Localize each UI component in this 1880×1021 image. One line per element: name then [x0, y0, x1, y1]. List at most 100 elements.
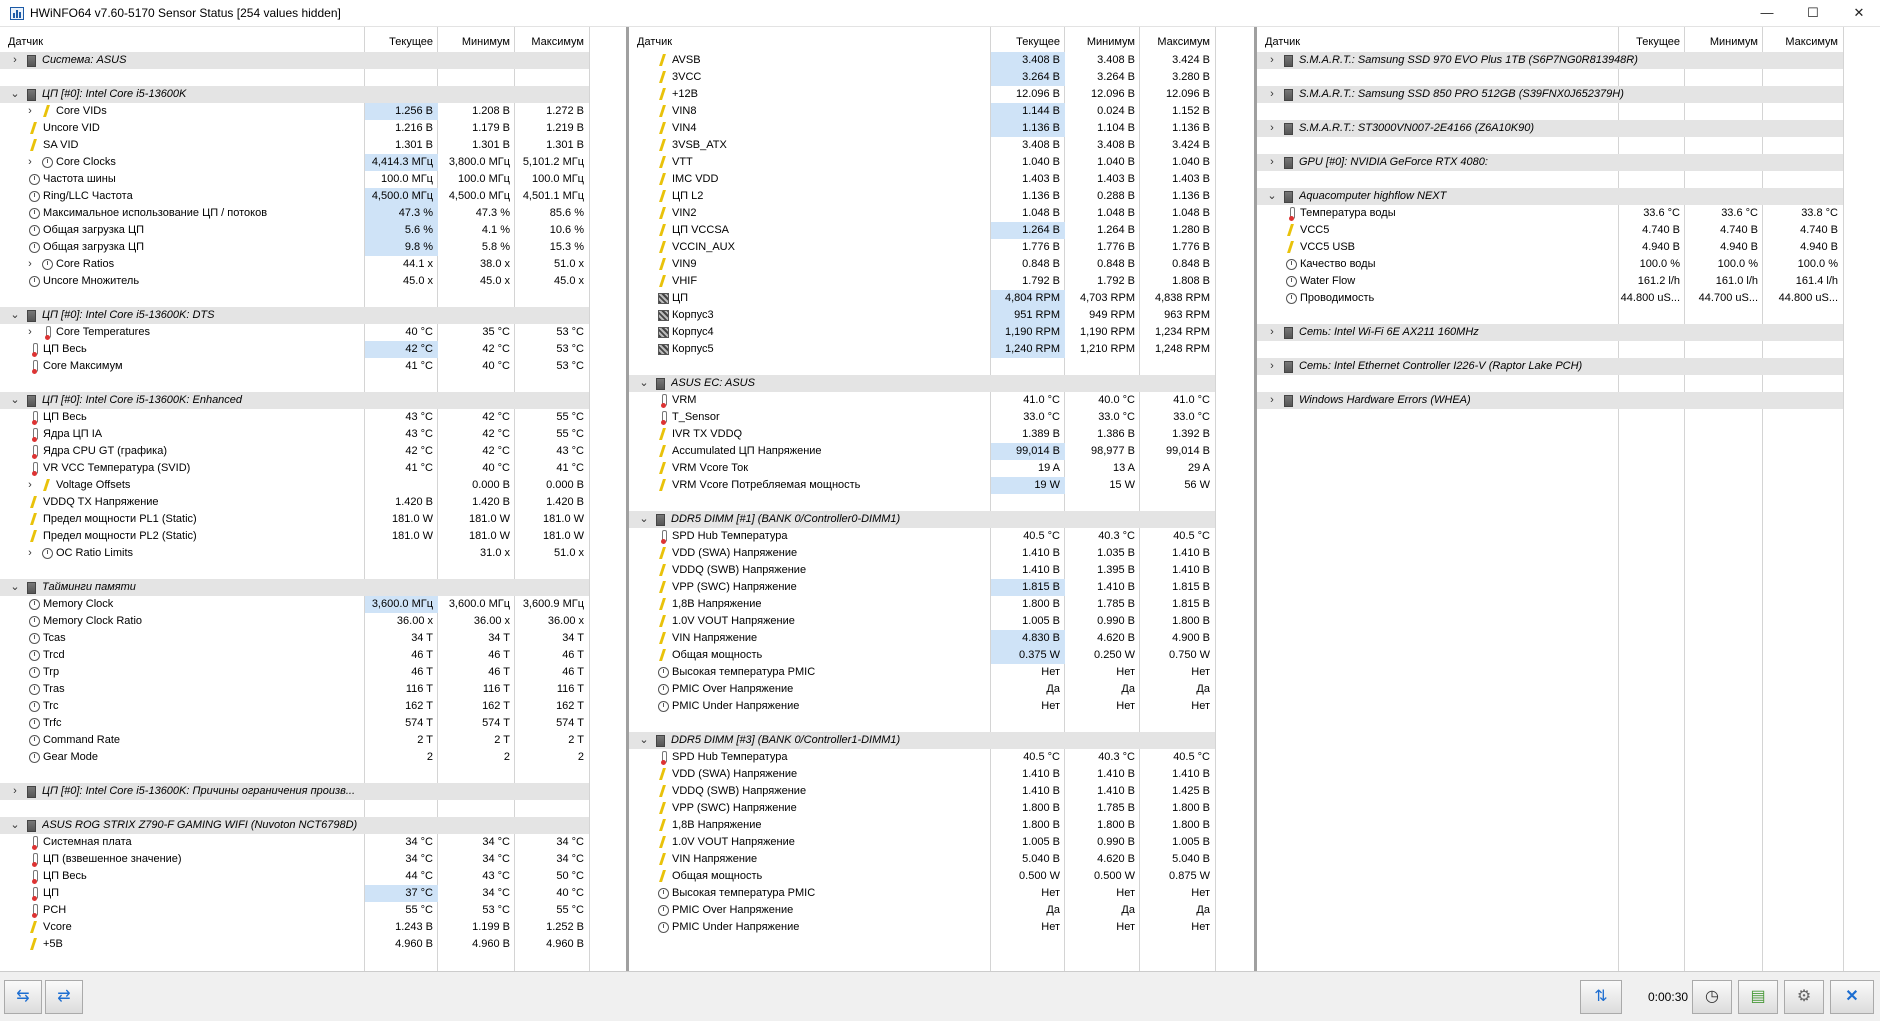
sensor-group[interactable]: › GPU [#0]: NVIDIA GeForce RTX 4080:: [1257, 154, 1843, 171]
next-panel-button[interactable]: ⇄: [45, 980, 83, 1014]
column-header-current[interactable]: Текущее: [991, 34, 1065, 51]
sensor-row[interactable]: +5В 4.960 В 4.960 В 4.960 В: [0, 936, 589, 953]
sensor-group[interactable]: ⌄ ASUS EC: ASUS: [629, 375, 1215, 392]
chevron-down-icon[interactable]: ⌄: [10, 579, 20, 596]
sensor-row[interactable]: VR VCC Температура (SVID) 41 °C 40 °C 41 °C: [0, 460, 589, 477]
sensor-row[interactable]: ЦП (взвешенное значение) 34 °C 34 °C 34 °C: [0, 851, 589, 868]
sensor-row[interactable]: Корпус3 951 RPM 949 RPM 963 RPM: [629, 307, 1215, 324]
sensor-row[interactable]: PMIC Over Напряжение Да Да Да: [629, 681, 1215, 698]
column-header-max[interactable]: Максимум: [515, 34, 589, 51]
sensor-row[interactable]: Core Максимум 41 °C 40 °C 53 °C: [0, 358, 589, 375]
chevron-right-icon[interactable]: ›: [1267, 358, 1277, 375]
sensor-row[interactable]: 3VSB_ATX 3.408 В 3.408 В 3.424 В: [629, 137, 1215, 154]
chevron-right-icon[interactable]: ›: [25, 256, 35, 273]
column-header-min[interactable]: Минимум: [438, 34, 515, 51]
sensor-row[interactable]: Uncore Множитель 45.0 x 45.0 x 45.0 x: [0, 273, 589, 290]
sensor-group[interactable]: › Сеть: Intel Ethernet Controller I226-V …: [1257, 358, 1843, 375]
sensor-row[interactable]: VIN2 1.048 В 1.048 В 1.048 В: [629, 205, 1215, 222]
sensor-row[interactable]: PMIC Over Напряжение Да Да Да: [629, 902, 1215, 919]
sensor-row[interactable]: Gear Mode 2 2 2: [0, 749, 589, 766]
sensor-row[interactable]: Предел мощности PL2 (Static) 181.0 W 181.0…: [0, 528, 589, 545]
sensor-row[interactable]: Температура воды 33.6 °C 33.6 °C 33.8 °C: [1257, 205, 1843, 222]
chevron-down-icon[interactable]: ⌄: [639, 375, 649, 392]
sensor-row[interactable]: VIN Напряжение 4.830 В 4.620 В 4.900 В: [629, 630, 1215, 647]
sensor-group[interactable]: ⌄ Тайминги памяти: [0, 579, 589, 596]
sensor-row[interactable]: SPD Hub Температура 40.5 °C 40.3 °C 40.5 °C: [629, 749, 1215, 766]
sensor-row[interactable]: T_Sensor 33.0 °C 33.0 °C 33.0 °C: [629, 409, 1215, 426]
sensor-row[interactable]: Command Rate 2 T 2 T 2 T: [0, 732, 589, 749]
sensor-group[interactable]: ⌄ ЦП [#0]: Intel Core i5-13600K: [0, 86, 589, 103]
sensor-row[interactable]: ЦП 4,804 RPM 4,703 RPM 4,838 RPM: [629, 290, 1215, 307]
sensor-row[interactable]: Tras 116 T 116 T 116 T: [0, 681, 589, 698]
sensor-row[interactable]: PCH 55 °C 53 °C 55 °C: [0, 902, 589, 919]
maximize-button[interactable]: ☐: [1790, 0, 1836, 27]
column-header-min[interactable]: Минимум: [1685, 34, 1763, 51]
sensor-row[interactable]: VHIF 1.792 В 1.792 В 1.808 В: [629, 273, 1215, 290]
chevron-right-icon[interactable]: ›: [10, 52, 20, 69]
sensor-group[interactable]: ⌄ DDR5 DIMM [#3] (BANK 0/Controller1-DIMM…: [629, 732, 1215, 749]
settings-button[interactable]: ⚙: [1784, 980, 1824, 1014]
sensor-row[interactable]: 1,8В Напряжение 1.800 В 1.800 В 1.800 В: [629, 817, 1215, 834]
sensor-row[interactable]: VDDQ (SWB) Напряжение 1.410 В 1.395 В 1.410…: [629, 562, 1215, 579]
sensor-row[interactable]: SPD Hub Температура 40.5 °C 40.3 °C 40.5 °C: [629, 528, 1215, 545]
sensor-row[interactable]: Частота шины 100.0 МГц 100.0 МГц 100.0 МГц: [0, 171, 589, 188]
sensor-row[interactable]: › Core VIDs 1.256 В 1.208 В 1.272 В: [0, 103, 589, 120]
sensor-row[interactable]: Accumulated ЦП Напряжение 99,014 В 98,977 …: [629, 443, 1215, 460]
sensor-row[interactable]: Memory Clock 3,600.0 МГц 3,600.0 МГц 3,600.…: [0, 596, 589, 613]
sensor-row[interactable]: +12В 12.096 В 12.096 В 12.096 В: [629, 86, 1215, 103]
sensor-row[interactable]: Высокая температура PMIC Нет Нет Нет: [629, 885, 1215, 902]
sensor-group[interactable]: ⌄ Aquacomputer highflow NEXT: [1257, 188, 1843, 205]
chevron-down-icon[interactable]: ⌄: [639, 511, 649, 528]
prev-panel-button[interactable]: ⇆: [4, 980, 42, 1014]
sensor-row[interactable]: IVR TX VDDQ 1.389 В 1.386 В 1.392 В: [629, 426, 1215, 443]
sensor-row[interactable]: Uncore VID 1.216 В 1.179 В 1.219 В: [0, 120, 589, 137]
sensor-row[interactable]: Trp 46 T 46 T 46 T: [0, 664, 589, 681]
sensor-row[interactable]: VCC5 4.740 В 4.740 В 4.740 В: [1257, 222, 1843, 239]
sensor-row[interactable]: ЦП L2 1.136 В 0.288 В 1.136 В: [629, 188, 1215, 205]
sensor-row[interactable]: VRM Vcore Ток 19 A 13 A 29 A: [629, 460, 1215, 477]
chevron-right-icon[interactable]: ›: [1267, 392, 1277, 409]
sensor-row[interactable]: VDDQ TX Напряжение 1.420 В 1.420 В 1.420 В: [0, 494, 589, 511]
sensor-group[interactable]: ⌄ ЦП [#0]: Intel Core i5-13600K: DTS: [0, 307, 589, 324]
sensor-row[interactable]: Trfc 574 T 574 T 574 T: [0, 715, 589, 732]
chevron-right-icon[interactable]: ›: [25, 545, 35, 562]
chevron-right-icon[interactable]: ›: [1267, 154, 1277, 171]
sensor-row[interactable]: Корпус4 1,190 RPM 1,190 RPM 1,234 RPM: [629, 324, 1215, 341]
sensor-row[interactable]: VTT 1.040 В 1.040 В 1.040 В: [629, 154, 1215, 171]
logging-button[interactable]: ▤: [1738, 980, 1778, 1014]
close-button[interactable]: ✕: [1836, 0, 1880, 27]
sensor-row[interactable]: › Core Clocks 4,414.3 МГц 3,800.0 МГц 5,101.…: [0, 154, 589, 171]
sensor-row[interactable]: Максимальное использование ЦП / потоков 4…: [0, 205, 589, 222]
sensor-row[interactable]: Общая загрузка ЦП 9.8 % 5.8 % 15.3 %: [0, 239, 589, 256]
sensor-row[interactable]: ЦП Весь 44 °C 43 °C 50 °C: [0, 868, 589, 885]
sensor-group[interactable]: ⌄ DDR5 DIMM [#1] (BANK 0/Controller0-DIMM…: [629, 511, 1215, 528]
sensor-row[interactable]: Качество воды 100.0 % 100.0 % 100.0 %: [1257, 256, 1843, 273]
sensor-row[interactable]: VRM 41.0 °C 40.0 °C 41.0 °C: [629, 392, 1215, 409]
sensor-row[interactable]: Корпус5 1,240 RPM 1,210 RPM 1,248 RPM: [629, 341, 1215, 358]
chevron-down-icon[interactable]: ⌄: [10, 86, 20, 103]
sensor-row[interactable]: VIN4 1.136 В 1.104 В 1.136 В: [629, 120, 1215, 137]
sensor-row[interactable]: 1,8В Напряжение 1.800 В 1.785 В 1.815 В: [629, 596, 1215, 613]
column-header-current[interactable]: Текущее: [365, 34, 438, 51]
column-header-min[interactable]: Минимум: [1065, 34, 1140, 51]
chevron-down-icon[interactable]: ⌄: [10, 307, 20, 324]
minimize-button[interactable]: —: [1744, 0, 1790, 27]
sensor-row[interactable]: 1.0V VOUT Напряжение 1.005 В 0.990 В 1.800 …: [629, 613, 1215, 630]
sensor-row[interactable]: › Voltage Offsets 0.000 В 0.000 В: [0, 477, 589, 494]
chevron-down-icon[interactable]: ⌄: [10, 392, 20, 409]
sensor-row[interactable]: Water Flow 161.2 l/h 161.0 l/h 161.4 l/h: [1257, 273, 1843, 290]
sensor-row[interactable]: VRM Vcore Потребляемая мощность 19 W 15 W 5…: [629, 477, 1215, 494]
sensor-row[interactable]: VPP (SWC) Напряжение 1.800 В 1.785 В 1.800 …: [629, 800, 1215, 817]
column-header-max[interactable]: Максимум: [1140, 34, 1215, 51]
sensor-row[interactable]: VPP (SWC) Напряжение 1.815 В 1.410 В 1.815 …: [629, 579, 1215, 596]
sensor-row[interactable]: Memory Clock Ratio 36.00 x 36.00 x 36.00 x: [0, 613, 589, 630]
sensor-row[interactable]: Ring/LLC Частота 4,500.0 МГц 4,500.0 МГц 4,…: [0, 188, 589, 205]
sensor-group[interactable]: › Сеть: Intel Wi-Fi 6E AX211 160MHz: [1257, 324, 1843, 341]
sensor-group[interactable]: ⌄ ЦП [#0]: Intel Core i5-13600K: Enhanced: [0, 392, 589, 409]
chevron-right-icon[interactable]: ›: [10, 783, 20, 800]
chevron-right-icon[interactable]: ›: [1267, 52, 1277, 69]
sensor-row[interactable]: VCC5 USB 4.940 В 4.940 В 4.940 В: [1257, 239, 1843, 256]
chevron-down-icon[interactable]: ⌄: [10, 817, 20, 834]
sensor-row[interactable]: VIN9 0.848 В 0.848 В 0.848 В: [629, 256, 1215, 273]
network-sync-button[interactable]: ⇅: [1580, 980, 1622, 1014]
